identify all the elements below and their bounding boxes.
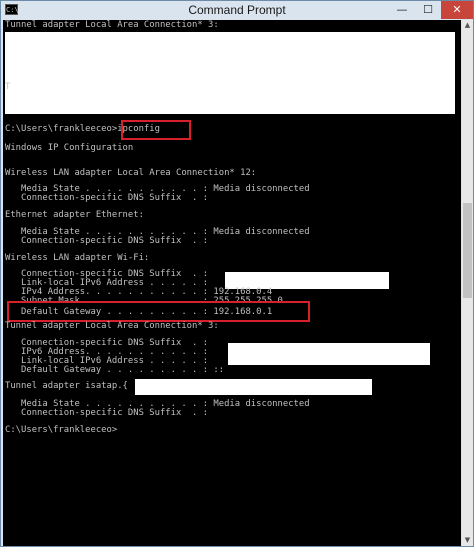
console-line: Tunnel adapter Local Area Connection* 3: [5,321,219,331]
redaction-block [12,77,455,114]
console-line: Ethernet adapter Ethernet: [5,210,144,220]
scroll-up-arrow-icon[interactable]: ▲ [462,20,473,31]
title-bar[interactable]: C:\ Command Prompt — ☐ ✕ [1,1,473,19]
scroll-down-arrow-icon[interactable]: ▼ [462,535,473,546]
redaction-block [135,379,372,395]
ipconfig-highlight-box [121,120,191,140]
console-line: Windows IP Configuration [5,143,134,153]
minimize-button[interactable]: — [389,1,415,19]
maximize-button[interactable]: ☐ [415,1,441,19]
scrollbar-thumb[interactable] [463,203,472,298]
console-line: Tunnel adapter Local Area Connection* 3: [5,20,219,30]
console-output[interactable]: Tunnel adapter Local Area Connection* 3:… [3,20,461,546]
console-line: Connection-specific DNS Suffix . : [5,236,209,246]
console-line: Connection-specific DNS Suffix . : [5,193,209,203]
console-line: Connection-specific DNS Suffix . : [5,408,209,418]
console-line: T [5,82,11,92]
console-line: Tunnel adapter isatap.{ [5,381,128,391]
command-prompt-window: C:\ Command Prompt — ☐ ✕ Tunnel adapter … [0,0,474,547]
console-line: Wireless LAN adapter Local Area Connecti… [5,168,257,178]
close-button[interactable]: ✕ [441,1,473,19]
console-prompt[interactable]: C:\Users\frankleeceo> [5,425,117,435]
default-gateway-highlight-box [7,301,310,322]
console-line: Default Gateway . . . . . . . . . : :: [5,365,225,375]
redaction-block [228,343,430,365]
vertical-scrollbar[interactable]: ▲ ▼ [462,20,473,546]
console-line: Wireless LAN adapter Wi-Fi: [5,253,150,263]
